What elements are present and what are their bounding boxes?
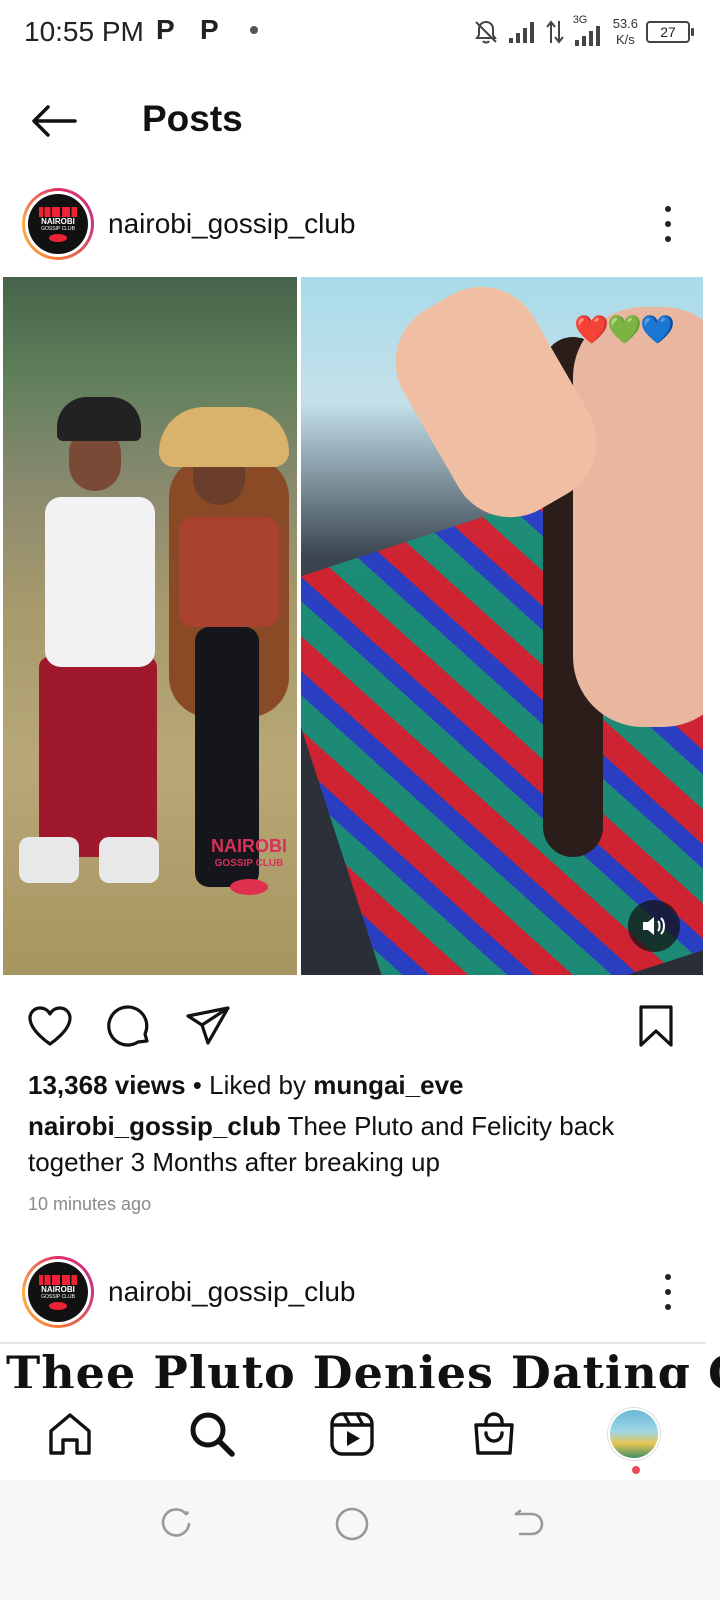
signal-3g-icon: 3G [573,14,605,48]
recents-icon [161,1508,191,1537]
liked-by-prefix: • Liked by [185,1070,314,1100]
signal-icon [508,22,534,43]
like-button[interactable] [24,1000,76,1052]
notification-p-icon: P [200,14,219,45]
save-button[interactable] [630,1000,682,1052]
headline-text: Thee Pluto Denies Dating City [6,1346,720,1388]
bottom-navigation [0,1388,720,1480]
top-app-bar: Posts [0,80,720,162]
back-gesture-icon [514,1509,544,1536]
post-caption: nairobi_gossip_club Thee Pluto and Felic… [28,1108,668,1180]
comment-icon [107,1005,149,1047]
nav-shop[interactable] [464,1406,524,1462]
recents-button[interactable] [154,1502,198,1546]
avatar[interactable]: NAIROBI GOSSIP CLUB [22,188,94,260]
next-post-header: NAIROBI GOSSIP CLUB nairobi_gossip_club [0,1250,720,1334]
post-media[interactable]: NAIROBI GOSSIP CLUB ❤️💚💙 [0,274,706,978]
shop-icon [474,1412,514,1455]
back-system-button[interactable] [506,1502,550,1546]
video-frame: ❤️💚💙 [301,277,703,975]
battery-icon: 27 [646,21,694,43]
avatar[interactable]: NAIROBI GOSSIP CLUB [22,1256,94,1328]
caption-username[interactable]: nairobi_gossip_club [28,1111,281,1141]
liked-by-user[interactable]: mungai_eve [313,1070,463,1100]
search-icon [190,1412,235,1457]
data-transfer-icon [545,20,564,44]
profile-avatar [608,1408,660,1460]
nav-reels[interactable] [322,1406,382,1462]
reels-icon [330,1412,374,1456]
post-actions [0,996,720,1056]
circle-home-icon [335,1507,369,1541]
share-button[interactable] [182,1000,234,1052]
next-post-media[interactable]: Thee Pluto Denies Dating City [0,1344,720,1388]
bookmark-icon [639,1005,673,1047]
hearts-emoji: ❤️💚💙 [574,314,675,345]
volume-icon [643,917,665,935]
back-button[interactable] [28,98,80,144]
bell-muted-icon [474,20,497,44]
post-header: NAIROBI GOSSIP CLUB nairobi_gossip_club [0,182,720,266]
home-icon [49,1413,91,1455]
more-options-button[interactable] [656,202,680,246]
status-indicators: 3G 53.6 K/s 27 [473,14,694,50]
status-time: 10:55 PM [24,16,144,47]
post-username[interactable]: nairobi_gossip_club [108,208,356,240]
heart-icon [28,1006,72,1046]
more-options-button[interactable] [656,1270,680,1314]
network-speed: 53.6 K/s [612,16,638,47]
status-bar: 10:55 PM P P 3G 53.6 K/s 27 [0,0,720,64]
view-count: 13,368 views [28,1070,186,1100]
arrow-left-icon [32,105,77,137]
system-navigation [0,1480,720,1600]
post-username[interactable]: nairobi_gossip_club [108,1276,356,1308]
volume-button[interactable] [628,900,680,952]
home-system-button[interactable] [330,1502,374,1546]
comment-button[interactable] [104,1000,156,1052]
nairobi-gossip-logo-icon: NAIROBI GOSSIP CLUB [28,1262,88,1322]
man-figure [19,397,159,957]
notification-dot [632,1466,640,1474]
nav-home[interactable] [40,1406,100,1462]
page-title: Posts [142,98,243,139]
notification-p-icon: P [156,14,175,45]
nav-profile[interactable] [604,1406,664,1462]
nav-search[interactable] [182,1406,242,1462]
views-likes-line: 13,368 views • Liked by mungai_eve [28,1070,464,1101]
watermark-logo: NAIROBI GOSSIP CLUB [203,837,295,895]
couple-photo: NAIROBI GOSSIP CLUB [3,277,297,975]
send-icon [186,1006,230,1045]
nairobi-gossip-logo-icon: NAIROBI GOSSIP CLUB [28,194,88,254]
notification-dot-icon [250,26,258,34]
post-timestamp: 10 minutes ago [28,1194,152,1214]
